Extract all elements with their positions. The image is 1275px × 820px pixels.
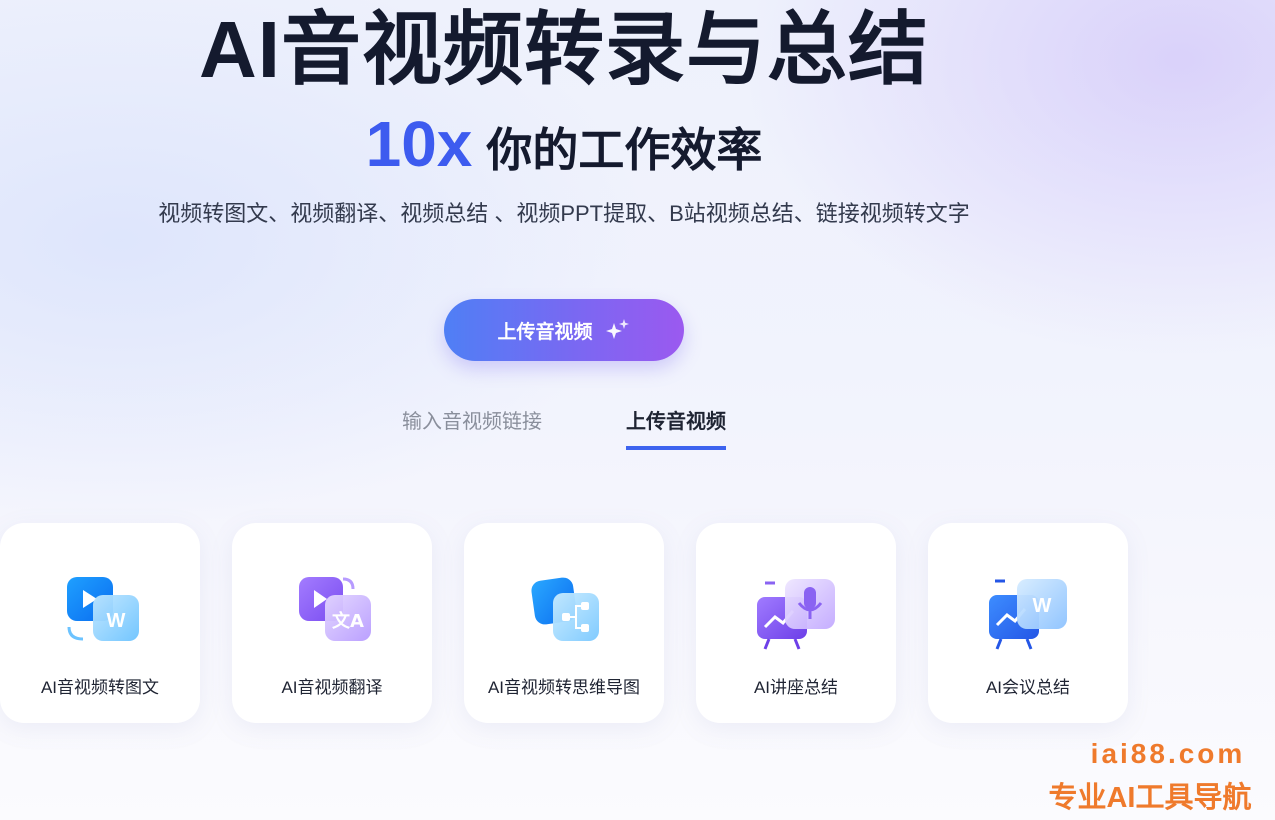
- mindmap-icon: [519, 575, 609, 655]
- svg-text:文A: 文A: [332, 610, 364, 632]
- input-mode-tabs: 输入音视频链接 上传音视频: [0, 408, 1128, 450]
- svg-text:W: W: [1033, 595, 1052, 617]
- lecture-mic-icon: [751, 575, 841, 655]
- tab-upload[interactable]: 上传音视频: [626, 408, 726, 450]
- watermark-url: iai88.com: [1090, 738, 1246, 769]
- card-video-to-doc[interactable]: W AI音视频转图文: [0, 523, 200, 723]
- tab-link-input[interactable]: 输入音视频链接: [402, 408, 542, 450]
- upload-button-label: 上传音视频: [497, 321, 593, 343]
- hero-subtitle-text: 你的工作效率: [486, 124, 763, 176]
- sparkle-icon: [605, 317, 631, 343]
- card-label: AI音视频转思维导图: [487, 678, 641, 697]
- hero-accent-multiplier: 10x: [365, 108, 473, 180]
- upload-media-button[interactable]: 上传音视频: [444, 299, 684, 361]
- card-label: AI会议总结: [985, 678, 1071, 697]
- page-title: AI音视频转录与总结: [199, 5, 929, 94]
- hero-subtitle: 10x 你的工作效率: [0, 104, 1128, 202]
- card-label: AI音视频翻译: [281, 678, 383, 697]
- watermark-text: 专业AI工具导航: [1048, 782, 1252, 814]
- video-translate-icon: 文A: [287, 575, 377, 655]
- card-video-translate[interactable]: 文A AI音视频翻译: [232, 523, 432, 723]
- card-lecture-summary[interactable]: AI讲座总结: [696, 523, 896, 723]
- hero-description: 视频转图文、视频翻译、视频总结 、视频PPT提取、B站视频总结、链接视频转文字: [158, 201, 970, 226]
- video-to-doc-icon: W: [55, 575, 145, 655]
- meeting-doc-icon: W: [983, 575, 1073, 655]
- card-meeting-summary[interactable]: W AI会议总结: [928, 523, 1128, 723]
- svg-text:W: W: [107, 610, 126, 632]
- card-label: AI讲座总结: [753, 678, 839, 697]
- card-mindmap[interactable]: AI音视频转思维导图: [464, 523, 664, 723]
- card-label: AI音视频转图文: [40, 678, 160, 697]
